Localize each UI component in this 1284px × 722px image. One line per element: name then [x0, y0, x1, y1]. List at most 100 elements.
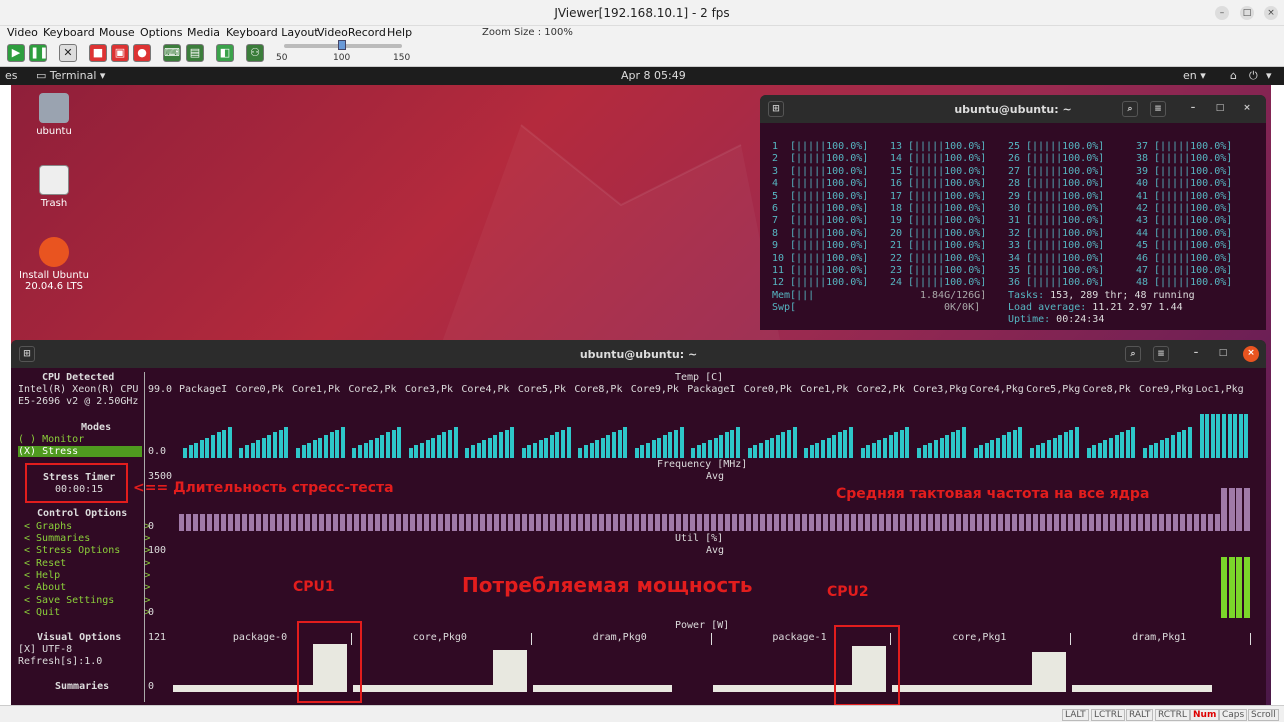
record-icon[interactable]: ●	[133, 44, 151, 62]
terminal-app-menu[interactable]: ▭ Terminal ▾	[36, 69, 105, 82]
freq-bar	[515, 514, 520, 531]
control-summaries[interactable]: < Summaries >	[24, 533, 150, 544]
control-stress-options[interactable]: < Stress Options >	[24, 545, 150, 556]
temp-bar	[939, 437, 944, 458]
language-indicator[interactable]: en ▾	[1183, 69, 1206, 82]
search-icon[interactable]: ⌕	[1122, 101, 1138, 117]
cpu-number: 6	[772, 203, 779, 214]
temp-bar	[708, 440, 713, 458]
freq-bar	[823, 514, 828, 531]
freq-bar	[1082, 514, 1087, 531]
close-icon[interactable]: ×	[1264, 6, 1278, 20]
minimize-icon[interactable]: –	[1188, 346, 1204, 362]
temp-bar	[482, 440, 487, 458]
freq-bar	[291, 514, 296, 531]
menu-videorecord[interactable]: VideoRecord	[317, 26, 386, 39]
minimize-icon[interactable]: –	[1185, 101, 1201, 117]
cpu-number: 41	[1136, 190, 1149, 202]
play-icon[interactable]: ▶	[7, 44, 25, 62]
maximize-icon[interactable]: □	[1215, 346, 1231, 362]
close-icon[interactable]: ×	[1243, 346, 1259, 362]
swp-value: 0K/0K]	[944, 302, 981, 313]
power-icon[interactable]: ⏻	[1249, 69, 1258, 83]
key-lalt[interactable]: LALT	[1062, 709, 1089, 721]
media-icon[interactable]: ◧	[216, 44, 234, 62]
menu-media[interactable]: Media	[187, 26, 220, 39]
mode-stress[interactable]: (X) Stress	[18, 446, 142, 457]
temp-bar	[256, 440, 261, 458]
control-help[interactable]: < Help >	[24, 570, 150, 581]
minimize-icon[interactable]: –	[1215, 6, 1229, 20]
control-save-settings[interactable]: < Save Settings >	[24, 595, 150, 606]
control-reset[interactable]: < Reset >	[24, 558, 150, 569]
keyboard-icon[interactable]: ⌨	[163, 44, 181, 62]
freq-bar	[1131, 514, 1136, 531]
stop-icon[interactable]: ■	[89, 44, 107, 62]
key-scroll[interactable]: Scroll	[1248, 709, 1279, 721]
desktop-icon-trash[interactable]: Trash	[14, 165, 94, 209]
network-icon[interactable]: ⌂	[1230, 69, 1237, 82]
cpu-number: 29	[1008, 190, 1021, 202]
visual-options-heading: Visual Options	[37, 632, 122, 643]
temp-bar	[979, 445, 984, 458]
stui-terminal[interactable]: ⊞ ubuntu@ubuntu: ~ ⌕ ≡ – □ × CPU Detecte…	[11, 340, 1266, 705]
freq-bar	[676, 514, 681, 531]
freq-bar	[410, 514, 415, 531]
cpu-number: 19	[890, 215, 903, 227]
maximize-icon[interactable]: □	[1240, 6, 1254, 20]
desktop-icon-label: Trash	[40, 198, 68, 209]
save-icon[interactable]: ▣	[111, 44, 129, 62]
key-num[interactable]: Num	[1190, 709, 1220, 721]
freq-bar	[1243, 488, 1250, 531]
temp-bar	[770, 437, 775, 458]
freq-bar	[382, 514, 387, 531]
control-about[interactable]: < About >	[24, 582, 150, 593]
freq-bar	[508, 514, 513, 531]
desktop-icon-home[interactable]: ubuntu	[14, 93, 94, 137]
control-quit[interactable]: < Quit >	[24, 607, 150, 618]
menu-keyboard-layout[interactable]: Keyboard Layout	[226, 26, 319, 39]
freq-bar	[690, 514, 695, 531]
close-icon[interactable]: ×	[1239, 101, 1255, 117]
search-icon[interactable]: ⌕	[1125, 346, 1141, 362]
control-graphs[interactable]: < Graphs >	[24, 521, 150, 532]
users-icon[interactable]: ⚇	[246, 44, 264, 62]
menu-video[interactable]: Video	[7, 26, 38, 39]
key-lctrl[interactable]: LCTRL	[1091, 709, 1126, 721]
htop-terminal[interactable]: ⊞ ubuntu@ubuntu: ~ ⌕ ≡ – □ × 1 [|||||100.…	[760, 95, 1266, 330]
cpu-number: 3	[772, 165, 779, 177]
menu-options[interactable]: Options	[140, 26, 182, 39]
system-menu-icon[interactable]: ▾	[1266, 69, 1272, 82]
activities-icon[interactable]: es	[5, 69, 18, 82]
temp-bar	[809, 445, 814, 458]
menu-help[interactable]: Help	[387, 26, 412, 39]
temp-bar	[1007, 432, 1012, 458]
menu-keyboard[interactable]: Keyboard	[43, 26, 95, 39]
temp-bar	[1001, 435, 1006, 458]
utf8-option[interactable]: [X] UTF-8	[18, 644, 72, 655]
hamburger-menu-icon[interactable]: ≡	[1150, 101, 1166, 117]
temp-column-header: Core9,Pk	[630, 384, 679, 395]
clock[interactable]: Apr 8 05:49	[621, 69, 686, 82]
key-rctrl[interactable]: RCTRL	[1155, 709, 1190, 721]
temp-bar	[436, 435, 441, 458]
fullscreen-icon[interactable]: ✕	[59, 44, 77, 62]
mouse-icon[interactable]: ▤	[186, 44, 204, 62]
freq-bar	[1145, 514, 1150, 531]
refresh-option[interactable]: Refresh[s]:1.0	[18, 656, 102, 667]
temp-bar	[533, 442, 538, 458]
desktop-icon-install[interactable]: Install Ubuntu 20.04.6 LTS	[14, 237, 94, 292]
pause-icon[interactable]: ❚❚	[29, 44, 48, 62]
maximize-icon[interactable]: □	[1212, 101, 1228, 117]
freq-bar	[529, 514, 534, 531]
cpu-number: 45	[1136, 240, 1149, 252]
key-ralt[interactable]: RALT	[1126, 709, 1154, 721]
hamburger-menu-icon[interactable]: ≡	[1153, 346, 1169, 362]
temp-bar	[1018, 427, 1023, 458]
mode-monitor[interactable]: ( ) Monitor	[18, 434, 84, 445]
cpu-meter-bar: [|||||100.0%]	[1026, 141, 1105, 152]
menu-mouse[interactable]: Mouse	[99, 26, 135, 39]
zoom-slider-knob[interactable]	[338, 40, 346, 50]
freq-bar	[487, 514, 492, 531]
key-caps[interactable]: Caps	[1219, 709, 1248, 721]
